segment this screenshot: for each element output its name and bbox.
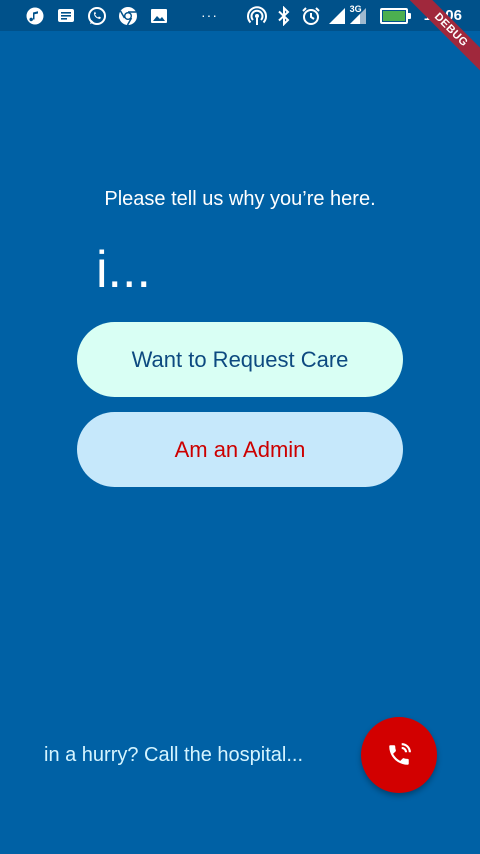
image-icon: [148, 5, 169, 26]
chrome-icon: [117, 5, 138, 26]
hotspot-icon: [247, 5, 268, 26]
whatsapp-icon: [86, 5, 107, 26]
network-type-label: 3G: [349, 4, 362, 14]
hurry-call-text: in a hurry? Call the hospital...: [44, 744, 304, 766]
overflow-dots: ···: [201, 7, 218, 23]
battery-icon: [379, 7, 411, 24]
signal-icon: 3G: [328, 4, 368, 26]
prompt-text: Please tell us why you’re here.: [104, 188, 376, 210]
call-hospital-button[interactable]: [361, 717, 437, 793]
status-right-icons: 3G 19:06: [247, 4, 462, 26]
i-ellipsis-heading: i...: [96, 241, 151, 299]
phone-call-icon: [386, 742, 412, 768]
battery-level: [382, 10, 405, 21]
alarm-icon: [301, 5, 322, 26]
clock-time: 19:06: [423, 7, 462, 24]
message-icon: [55, 5, 76, 26]
bluetooth-icon: [274, 5, 295, 26]
request-care-button[interactable]: Want to Request Care: [77, 322, 403, 397]
admin-button[interactable]: Am an Admin: [77, 412, 403, 487]
status-left-icons: ···: [24, 5, 218, 26]
music-icon: [24, 5, 45, 26]
status-bar: ··· 3G 19:06: [0, 0, 480, 31]
